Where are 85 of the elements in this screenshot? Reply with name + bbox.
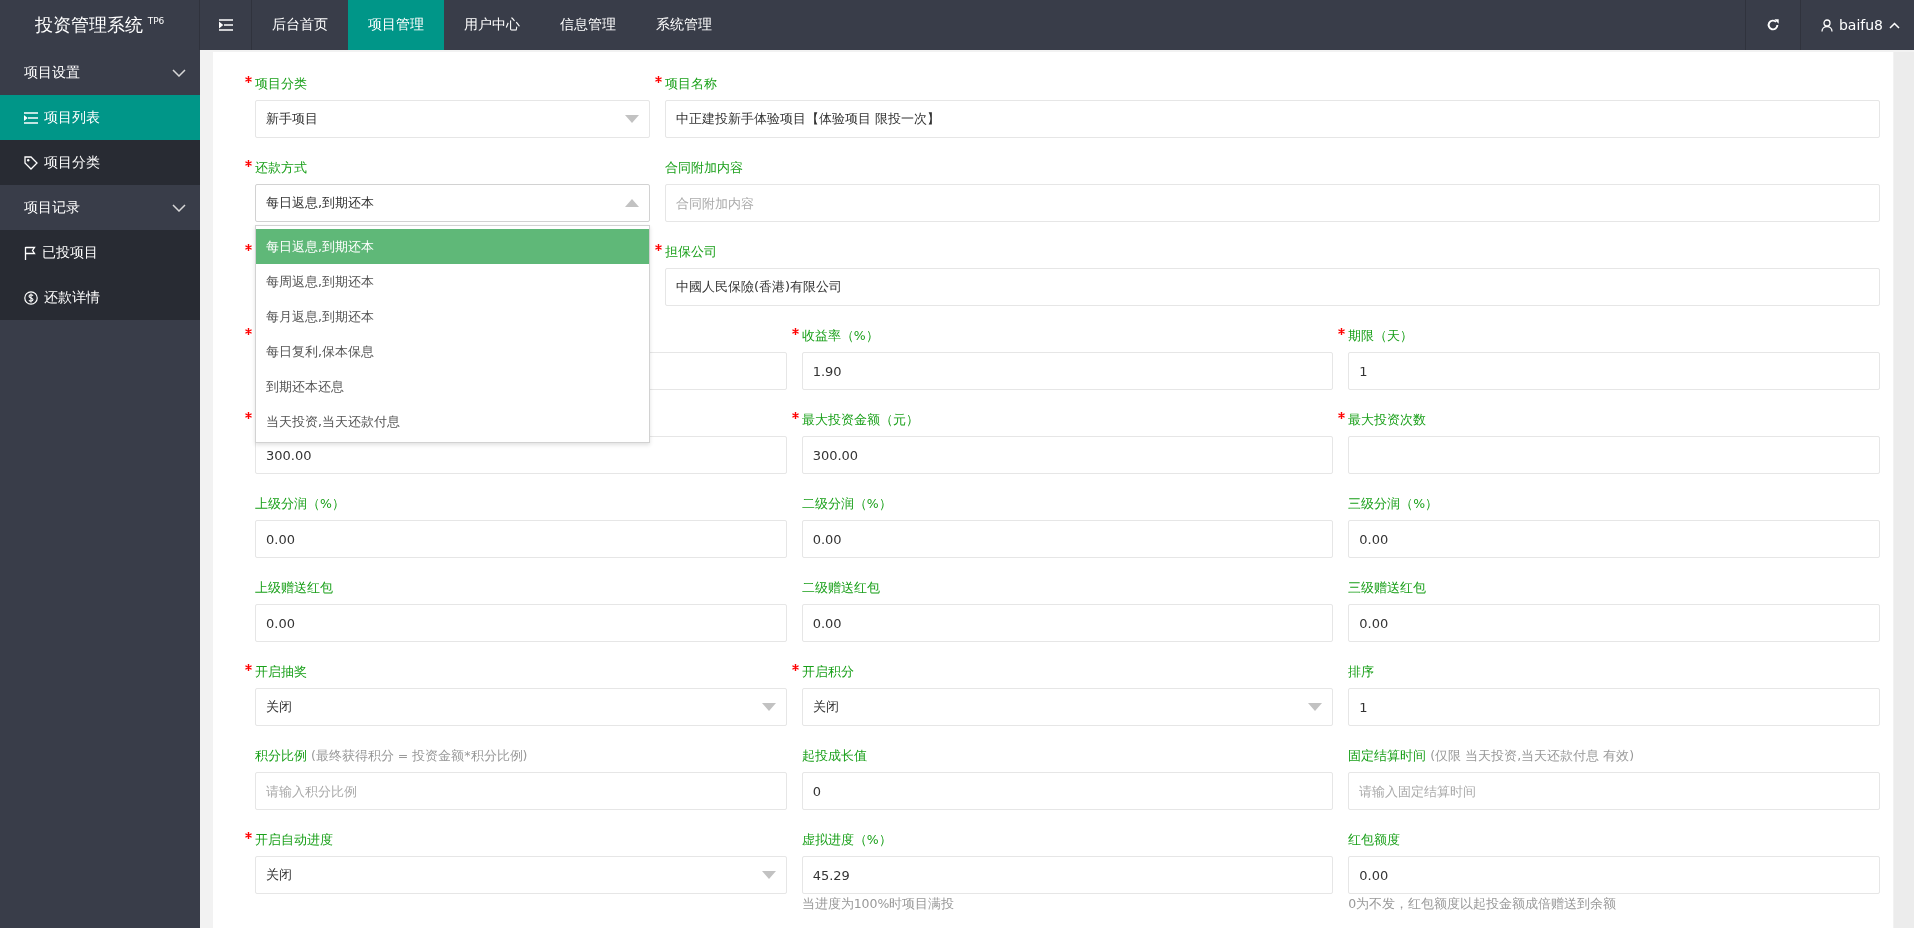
field-label: 二级分润（%） <box>801 496 892 511</box>
nav-tab[interactable]: 信息管理 <box>540 0 636 50</box>
chevron-icon <box>172 203 186 212</box>
field-label: 虚拟进度（%） <box>801 832 892 847</box>
help-text: 0为不发，红包额度以起投金额成倍赠送到余额 <box>1348 896 1617 913</box>
caret-up-icon <box>1889 21 1900 29</box>
nav-tab[interactable]: 系统管理 <box>636 0 732 50</box>
flag-icon <box>24 245 36 260</box>
field-hint: (最终获得积分 = 投资金额*积分比例) <box>311 748 528 763</box>
field-label: 固定结算时间 <box>1348 748 1427 763</box>
sidebar-item[interactable]: 项目列表 <box>0 95 200 140</box>
select-field[interactable]: 关闭 <box>801 688 1334 726</box>
dropdown-option[interactable]: 当天投资,当天还款付息 <box>256 404 649 439</box>
field-label: 期限（天） <box>1348 328 1414 343</box>
input-field[interactable]: 45.29 <box>801 856 1334 894</box>
list-icon <box>24 111 38 124</box>
caret-down-icon <box>1308 703 1323 711</box>
input-field[interactable]: 0 <box>801 772 1334 810</box>
input-field[interactable] <box>1348 436 1880 474</box>
field-label: 开启积分 <box>801 664 854 679</box>
field-label: 三级分润（%） <box>1348 496 1439 511</box>
input-field[interactable]: 中正建投新手体验项目【体验项目 限投一次】 <box>665 100 1880 138</box>
menu-icon <box>218 19 233 31</box>
sidebar-item[interactable]: 还款详情 <box>0 275 200 320</box>
field-label: 二级赠送红包 <box>801 580 880 595</box>
field-label: 排序 <box>1348 664 1375 679</box>
field-label: 上级赠送红包 <box>255 580 333 595</box>
input-field[interactable]: 0.00 <box>801 520 1334 558</box>
input-field[interactable]: 0.00 <box>1348 856 1880 894</box>
refresh-button[interactable] <box>1744 0 1801 50</box>
field-label: 开启抽奖 <box>255 664 307 679</box>
field-label: 项目分类 <box>255 76 307 91</box>
input-field[interactable]: 请输入固定结算时间 <box>1348 772 1880 810</box>
input-field[interactable]: 请输入积分比例 <box>255 772 787 810</box>
input-field[interactable]: 0.00 <box>1348 520 1880 558</box>
user-menu[interactable]: baifu8 <box>1800 0 1914 50</box>
chevron-icon <box>172 68 186 77</box>
dropdown-option[interactable]: 到期还本还息 <box>256 369 649 404</box>
app-title: 投资管理系统 <box>34 13 143 37</box>
caret-down-icon <box>625 115 639 123</box>
select-field[interactable]: 新手项目 <box>255 100 650 138</box>
sidebar-item[interactable]: 已投项目 <box>0 230 200 275</box>
input-field[interactable]: 1 <box>1348 688 1880 726</box>
input-field[interactable]: 0.00 <box>801 604 1334 642</box>
caret-down-icon <box>761 703 776 711</box>
field-label: 合同附加内容 <box>665 160 743 175</box>
dropdown-option[interactable]: 每日复利,保本保息 <box>256 334 649 369</box>
field-label: 积分比例 <box>255 748 307 763</box>
caret-down-icon <box>761 871 776 879</box>
nav-tab[interactable]: 用户中心 <box>444 0 540 50</box>
dropdown-option[interactable]: 每周返息,到期还本 <box>256 264 649 299</box>
select-field[interactable]: 关闭 <box>255 856 787 894</box>
nav-tab[interactable]: 项目管理 <box>348 0 444 50</box>
input-field[interactable]: 0.00 <box>255 604 787 642</box>
field-label: 还款方式 <box>255 160 307 175</box>
dollar-icon <box>24 290 38 305</box>
field-label: 最大投资金额（元） <box>801 412 919 427</box>
field-hint: (仅限 当天投资,当天还款付息 有效) <box>1430 748 1634 763</box>
field-label: 上级分润（%） <box>255 496 345 511</box>
field-label: 三级赠送红包 <box>1348 580 1427 595</box>
user-icon <box>1820 18 1833 32</box>
refresh-icon <box>1765 18 1780 32</box>
field-label: 红包额度 <box>1348 832 1401 847</box>
select-field[interactable]: 每日返息,到期还本 <box>255 184 650 222</box>
input-field[interactable]: 0.00 <box>255 520 787 558</box>
nav-tab[interactable]: 后台首页 <box>252 0 348 50</box>
field-label: 开启自动进度 <box>255 832 333 847</box>
input-field[interactable]: 中國人民保險(香港)有限公司 <box>665 268 1880 306</box>
field-label: 起投成长值 <box>801 748 867 763</box>
help-text: 当进度为100%时项目满投 <box>801 896 955 913</box>
input-field[interactable]: 300.00 <box>801 436 1334 474</box>
input-field[interactable]: 1.90 <box>801 352 1334 390</box>
tag-icon <box>24 155 38 170</box>
input-field[interactable]: 合同附加内容 <box>665 184 1880 222</box>
field-label: 最大投资次数 <box>1348 412 1427 427</box>
sidebar-item[interactable]: 项目分类 <box>0 140 200 185</box>
input-field[interactable]: 1 <box>1348 352 1880 390</box>
select-field[interactable]: 关闭 <box>255 688 787 726</box>
version-label: TP6 <box>147 16 165 26</box>
input-field[interactable]: 0.00 <box>1348 604 1880 642</box>
field-label: 担保公司 <box>665 244 717 259</box>
field-label: 收益率（%） <box>801 328 879 343</box>
caret-up-icon <box>625 199 639 207</box>
field-label: 项目名称 <box>665 76 717 91</box>
dropdown-option[interactable]: 每月返息,到期还本 <box>256 299 649 334</box>
